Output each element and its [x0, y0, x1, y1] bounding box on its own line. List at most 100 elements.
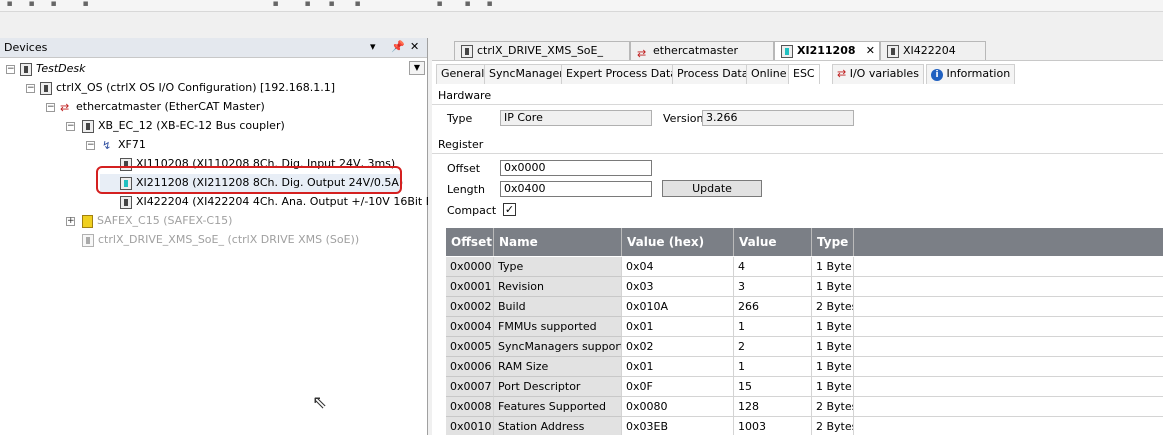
- close-tab-icon[interactable]: ✕: [866, 42, 875, 59]
- toolbar-icon[interactable]: ▪: [4, 0, 15, 9]
- cell-offset: 0x0008: [446, 397, 494, 417]
- tree-node-xb-ec-12[interactable]: XB_EC_12 (XB-EC-12 Bus coupler): [82, 117, 285, 135]
- table-row[interactable]: 0x0007 Port Descriptor 0x0F 15 1 Byte: [446, 377, 1163, 397]
- tab-io-variables[interactable]: ⇄ I/O variables: [832, 64, 924, 84]
- tab-xi211208[interactable]: XI211208 ✕: [774, 41, 880, 60]
- collapse-icon[interactable]: −: [66, 122, 75, 131]
- cell-filler: [854, 257, 1163, 277]
- toolbar-icon[interactable]: ▪: [302, 0, 313, 9]
- pin-icon[interactable]: 📌: [391, 40, 405, 53]
- column-header-offset[interactable]: Offset: [446, 228, 494, 256]
- toolbar-icon[interactable]: ▪: [434, 0, 445, 9]
- expand-icon[interactable]: +: [66, 217, 75, 226]
- compact-checkbox[interactable]: ✓: [503, 203, 516, 216]
- print-icon[interactable]: ▪: [80, 0, 91, 9]
- cell-value-hex: 0x03EB: [622, 417, 734, 435]
- cell-name: RAM Size: [494, 357, 622, 377]
- close-icon[interactable]: ✕: [410, 40, 419, 53]
- length-input[interactable]: 0x0400: [500, 181, 652, 197]
- collapse-icon[interactable]: −: [86, 141, 95, 150]
- collapse-icon[interactable]: −: [26, 84, 35, 93]
- table-row[interactable]: 0x0010 Station Address 0x03EB 1003 2 Byt…: [446, 417, 1163, 435]
- devices-dropdown[interactable]: ▼: [409, 61, 425, 75]
- cell-value-dec: 3: [734, 277, 812, 297]
- cell-value-dec: 1003: [734, 417, 812, 435]
- compact-label: Compact: [447, 204, 497, 217]
- ethercat-icon: ⇄: [837, 67, 847, 80]
- divider: [432, 104, 1163, 105]
- cell-value-dec: 4: [734, 257, 812, 277]
- table-row[interactable]: 0x0006 RAM Size 0x01 1 1 Byte: [446, 357, 1163, 377]
- controller-icon: [40, 81, 52, 95]
- cell-name: FMMUs supported: [494, 317, 622, 337]
- cell-value-dec: 1: [734, 317, 812, 337]
- tab-expert-process-data[interactable]: Expert Process Data: [561, 64, 683, 84]
- cell-offset: 0x0001: [446, 277, 494, 297]
- toolbar: ▪ ▪ ▪ ▪ ▪ ▪ ▪ ▪ ▪ ▪ ▪: [0, 0, 1163, 12]
- tree-node-ctrlx-drive[interactable]: ctrlX_DRIVE_XMS_SoE_ (ctrlX DRIVE XMS (S…: [82, 231, 359, 249]
- offset-input[interactable]: 0x0000: [500, 160, 652, 176]
- cell-offset: 0x0002: [446, 297, 494, 317]
- table-row[interactable]: 0x0002 Build 0x010A 266 2 Bytes: [446, 297, 1163, 317]
- io-module-icon: [781, 44, 793, 58]
- cell-value-hex: 0x04: [622, 257, 734, 277]
- length-label: Length: [447, 183, 485, 196]
- column-header-value-dec[interactable]: Value (dec): [734, 228, 812, 277]
- table-row[interactable]: 0x0000 Type 0x04 4 1 Byte: [446, 257, 1163, 277]
- toolbar-icon[interactable]: ▪: [326, 0, 337, 9]
- tab-ethercatmaster[interactable]: ⇄ ethercatmaster: [630, 41, 774, 60]
- tree-node-xf71[interactable]: ↯ XF71: [102, 136, 146, 154]
- open-icon[interactable]: ▪: [26, 0, 37, 9]
- column-header-value-hex[interactable]: Value (hex): [622, 228, 734, 256]
- cell-value-hex: 0x01: [622, 317, 734, 337]
- divider: [432, 153, 1163, 154]
- mouse-cursor-icon: ⇖: [312, 392, 328, 413]
- tab-xi422204[interactable]: XI422204: [880, 41, 986, 60]
- tree-node-ethercatmaster[interactable]: ⇄ ethercatmaster (EtherCAT Master): [60, 98, 265, 116]
- column-header-name[interactable]: Name: [494, 228, 622, 256]
- table-row[interactable]: 0x0005 SyncManagers supported 0x02 2 1 B…: [446, 337, 1163, 357]
- table-row[interactable]: 0x0004 FMMUs supported 0x01 1 1 Byte: [446, 317, 1163, 337]
- tree-node-xi422204[interactable]: XI422204 (XI422204 4Ch. Ana. Output +/-1…: [120, 193, 428, 211]
- cell-name: SyncManagers supported: [494, 337, 622, 357]
- tree-node-safex-c15[interactable]: SAFEX_C15 (SAFEX-C15): [82, 212, 232, 230]
- cell-type: 1 Byte: [812, 377, 854, 397]
- table-row[interactable]: 0x0001 Revision 0x03 3 1 Byte: [446, 277, 1163, 297]
- tab-information[interactable]: i Information: [926, 64, 1016, 84]
- save-icon[interactable]: ▪: [48, 0, 59, 9]
- collapse-icon[interactable]: −: [6, 65, 15, 74]
- table-row[interactable]: 0x0008 Features Supported 0x0080 128 2 B…: [446, 397, 1163, 417]
- tab-esc[interactable]: ESC: [788, 64, 820, 84]
- tab-syncmanager[interactable]: SyncManager: [484, 64, 569, 84]
- cell-name: Revision: [494, 277, 622, 297]
- toolbar-icon[interactable]: ▪: [352, 0, 363, 9]
- toolbar-icon[interactable]: ▪: [484, 0, 495, 9]
- cell-type: 1 Byte: [812, 337, 854, 357]
- tab-general[interactable]: General: [436, 64, 490, 84]
- cell-value-hex: 0x0080: [622, 397, 734, 417]
- cell-type: 2 Bytes: [812, 297, 854, 317]
- tree-node-ctrlx-os[interactable]: ctrlX_OS (ctrlX OS I/O Configuration) [1…: [40, 79, 335, 97]
- collapse-icon[interactable]: −: [46, 103, 55, 112]
- column-header-type[interactable]: Type: [812, 228, 854, 256]
- tab-ctrlx-drive[interactable]: ctrlX_DRIVE_XMS_SoE_: [454, 41, 630, 60]
- cell-name: Features Supported: [494, 397, 622, 417]
- cell-type: 1 Byte: [812, 257, 854, 277]
- update-button[interactable]: Update: [662, 180, 762, 197]
- cell-filler: [854, 277, 1163, 297]
- tab-online[interactable]: Online: [746, 64, 792, 84]
- menu-icon[interactable]: ▾: [370, 40, 376, 53]
- tree-node-testdesk[interactable]: TestDesk: [20, 60, 86, 78]
- cell-filler: [854, 357, 1163, 377]
- cell-value-hex: 0x0F: [622, 377, 734, 397]
- devices-panel: Devices ▾ 📌 ✕ ▼ − TestDesk − ctrlX_OS (c…: [0, 38, 428, 435]
- cell-type: 2 Bytes: [812, 417, 854, 435]
- cell-name: Port Descriptor: [494, 377, 622, 397]
- safety-icon: [82, 214, 93, 228]
- toolbar-icon[interactable]: ▪: [462, 0, 473, 9]
- tab-process-data[interactable]: Process Data: [672, 64, 754, 84]
- cell-type: 1 Byte: [812, 357, 854, 377]
- cell-value-hex: 0x01: [622, 357, 734, 377]
- toolbar-icon[interactable]: ▪: [270, 0, 281, 9]
- cell-value-dec: 15: [734, 377, 812, 397]
